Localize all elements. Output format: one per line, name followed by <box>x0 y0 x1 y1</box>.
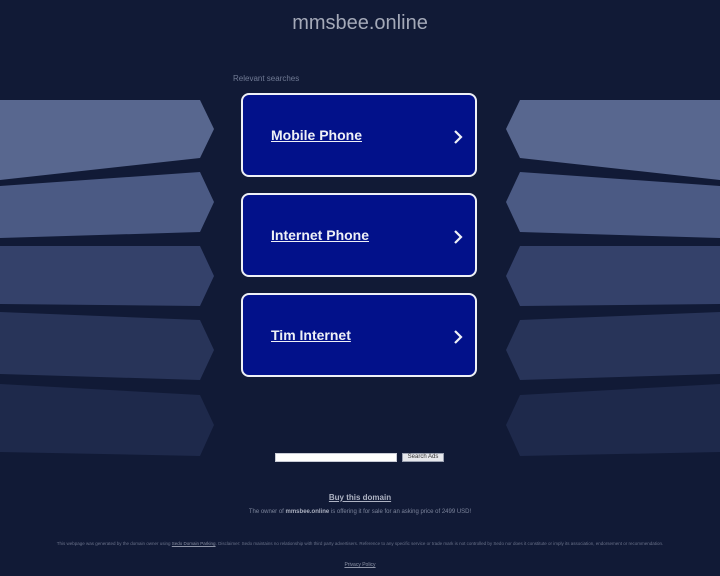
owner-prefix: The owner of <box>248 509 286 515</box>
left-decorative-shapes <box>0 100 214 456</box>
search-link-internet-phone[interactable]: Internet Phone <box>241 193 477 277</box>
search-ads-button[interactable]: Search Ads <box>402 453 444 462</box>
relevant-searches-label: Relevant searches <box>233 74 300 83</box>
sedo-parking-link[interactable]: Sedo Domain Parking <box>172 541 216 546</box>
chevron-right-icon <box>454 130 463 144</box>
search-input[interactable] <box>275 453 397 462</box>
search-link-label: Internet Phone <box>271 227 370 243</box>
owner-offer-text: The owner of mmsbee.online is offering i… <box>0 509 720 515</box>
chevron-right-icon <box>454 230 463 244</box>
background-decoration <box>0 100 720 456</box>
owner-domain: mmsbee.online <box>285 509 330 515</box>
right-decorative-shapes <box>506 100 720 456</box>
domain-title: mmsbee.online <box>292 12 428 34</box>
privacy-policy-link[interactable]: Privacy Policy <box>0 562 720 568</box>
disclaimer-prefix: This webpage was generated by the domain… <box>56 541 172 546</box>
chevron-right-icon <box>454 330 463 344</box>
disclaimer-suffix: . Disclaimer: Sedo maintains no relation… <box>215 541 664 546</box>
disclaimer-text: This webpage was generated by the domain… <box>36 541 684 546</box>
owner-suffix: is offering it for sale for an asking pr… <box>329 509 472 515</box>
search-link-label: Tim Internet <box>271 327 351 343</box>
search-link-mobile-phone[interactable]: Mobile Phone <box>241 93 477 177</box>
search-link-tim-internet[interactable]: Tim Internet <box>241 293 477 377</box>
buy-domain-link[interactable]: Buy this domain <box>0 493 720 502</box>
search-link-label: Mobile Phone <box>271 127 362 143</box>
